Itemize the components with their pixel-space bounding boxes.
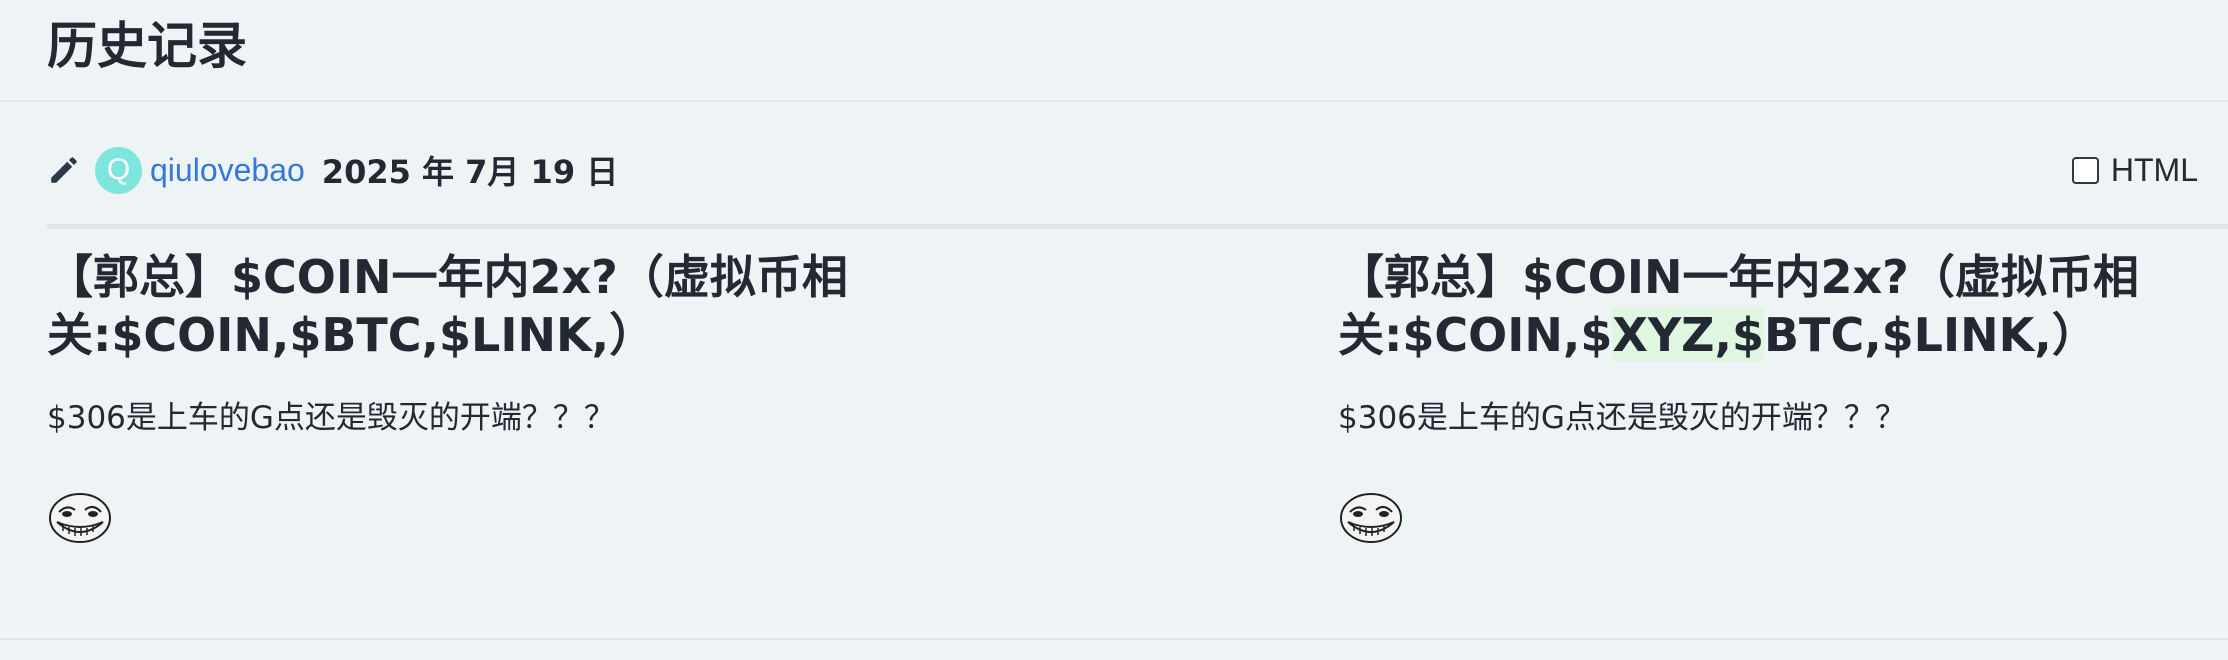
diff-right-column: 【郭总】$COIN一年内2x?（虚拟币相关:$COIN,$XYZ,$BTC,$L… [1338, 248, 2228, 546]
avatar[interactable]: Q [95, 146, 142, 194]
right-title: 【郭总】$COIN一年内2x?（虚拟币相关:$COIN,$XYZ,$BTC,$L… [1338, 248, 2198, 364]
html-toggle-label: HTML [2110, 152, 2198, 188]
right-body: $306是上车的G点还是毁灭的开端？？？ [1338, 400, 1906, 436]
username-link[interactable]: qiulovebao [150, 152, 305, 189]
inserted-text: XYZ,$ [1612, 308, 1764, 362]
revision-date: 2025 年 7月 19 日 [321, 153, 619, 191]
trollface-emoji [49, 493, 111, 543]
html-toggle[interactable]: HTML [2071, 152, 2198, 189]
right-title-after: BTC,$LINK,） [1764, 308, 2098, 362]
left-body: $306是上车的G点还是毁灭的开端？？？ [47, 400, 615, 436]
bottom-divider [0, 638, 2228, 640]
revision-meta: Q qiulovebao 2025 年 7月 19 日 HTML [47, 142, 2217, 198]
pencil-icon[interactable] [47, 152, 81, 188]
page-title: 历史记录 [47, 17, 247, 75]
trollface-emoji [1340, 493, 1402, 543]
diff-left-column: 【郭总】$COIN一年内2x?（虚拟币相关:$COIN,$BTC,$LINK,）… [47, 248, 947, 546]
page-header: 历史记录 [0, 0, 2228, 102]
left-title: 【郭总】$COIN一年内2x?（虚拟币相关:$COIN,$BTC,$LINK,） [47, 250, 848, 362]
html-checkbox[interactable] [2071, 157, 2099, 184]
divider [47, 224, 2228, 229]
